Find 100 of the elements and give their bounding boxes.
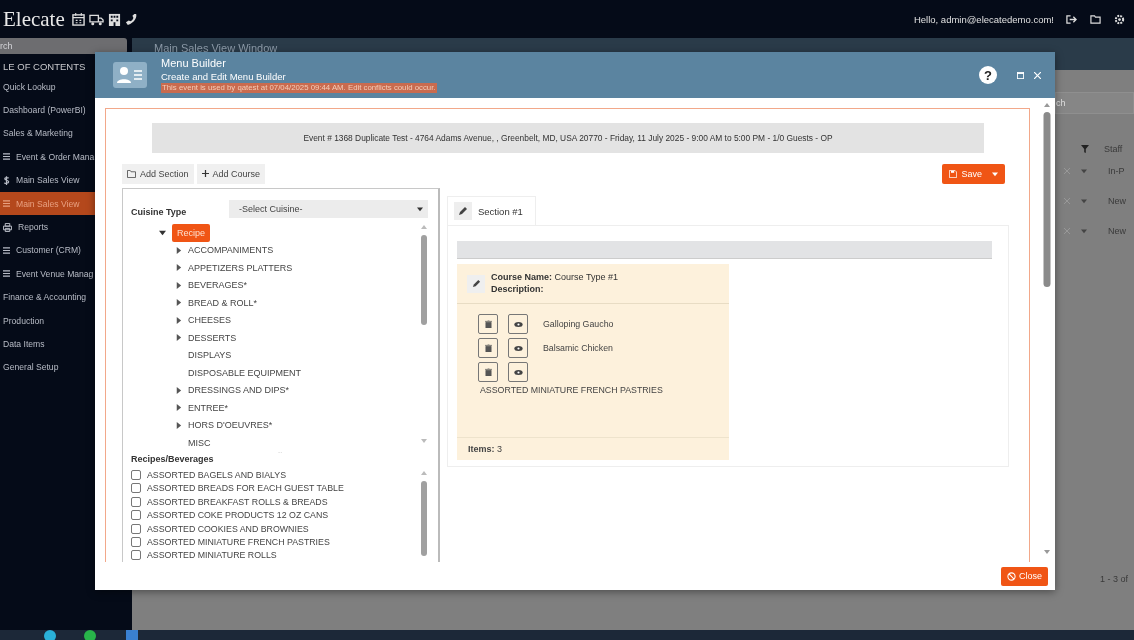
delete-button[interactable] [478,314,498,335]
tree-item[interactable]: APPETIZERS PLATTERS [188,262,293,273]
checkbox[interactable] [131,523,141,534]
checkbox-label[interactable]: ASSORTED MINIATURE FRENCH PASTRIES [147,536,330,547]
calendar-icon[interactable] [71,12,85,26]
caret-down-icon [417,206,423,212]
sidebar-label: Sales & Marketing [3,128,73,139]
caret-down-icon[interactable] [159,229,166,237]
greeting-text: Hello, admin@elecatedemo.com! [913,13,1054,25]
checkbox-label[interactable]: ASSORTED MINIATURE ROLLS [147,550,277,561]
folder-icon[interactable] [1090,13,1101,25]
event-banner: Event # 1368 Duplicate Test - 4764 Adams Avenue, , Greenbelt, MD, USA 20770 - Friday, 11 July 2025 - 9:00 AM to 5:00 PM - 1/0 Guests - OP [152,123,984,153]
sidebar-item[interactable]: Event & Order Mana [0,145,97,169]
sidebar-label: General Setup [3,362,59,373]
caret-right-icon[interactable] [175,281,182,289]
contact-card-icon [113,62,147,88]
checkbox[interactable] [131,469,141,480]
sidebar-item[interactable]: Main Sales View [0,168,82,192]
description-label: Description: [491,283,545,296]
tree-item[interactable]: MISC [188,437,211,448]
sidebar-label: Reports [18,222,49,233]
truck-icon[interactable] [88,12,104,26]
search-field[interactable]: rch [0,38,127,54]
checkbox[interactable] [131,496,141,507]
sidebar-item[interactable]: Customer (CRM) [0,238,83,263]
items-count: Items: 3 [468,444,503,454]
maximize-icon[interactable] [1017,71,1024,79]
add-course-button[interactable]: Add Course [196,163,266,184]
sign-out-icon[interactable] [1066,13,1077,25]
building-icon[interactable] [107,12,121,26]
caret-right-icon[interactable] [175,334,182,342]
caret-right-icon[interactable] [175,404,182,412]
settings-icon[interactable] [1114,13,1125,25]
checkbox-label[interactable]: ASSORTED COOKIES AND BROWNIES [147,523,309,534]
sidebar-label: Finance & Accounting [3,292,87,303]
filter-icon[interactable] [1081,145,1089,153]
tree-item[interactable]: BREAD & ROLL* [188,297,258,308]
section-tab[interactable]: Section #1 [447,196,536,225]
folder-icon [127,169,136,178]
checkbox-label[interactable]: ASSORTED BREADS FOR EACH GUEST TABLE [147,483,344,494]
printer-icon [3,222,12,232]
table-cell: New [1108,196,1126,206]
sidebar-item[interactable]: Data Items [0,332,47,356]
tree-item[interactable]: BEVERAGES* [188,280,248,291]
app-icon[interactable] [44,630,56,640]
tree-item[interactable]: CHEESES [188,315,231,326]
eye-icon [513,369,523,375]
tree-item[interactable]: ENTREE* [188,402,228,413]
checkbox[interactable] [131,536,141,547]
checkbox[interactable] [131,483,141,494]
tree-item[interactable]: DISPLAYS [188,350,232,361]
app-icon[interactable] [84,630,96,640]
sidebar-label: Data Items [3,339,45,349]
checkbox[interactable] [131,550,141,561]
sidebar-label: Event Venue Manag [16,268,94,279]
checkbox-label[interactable]: ASSORTED BAGELS AND BIALYS [147,469,286,480]
ban-icon [1007,571,1016,581]
view-button[interactable] [508,338,528,359]
caret-right-icon[interactable] [175,264,182,272]
sidebar-item[interactable]: Quick Lookup [0,75,58,99]
tree-item[interactable]: DRESSINGS AND DIPS* [188,385,290,396]
checkbox[interactable] [131,510,141,521]
tree-item[interactable]: HORS D'OEUVRES* [188,420,273,431]
table-cell: In-P [1108,166,1125,176]
caret-right-icon[interactable] [175,421,182,429]
caret-right-icon[interactable] [175,299,182,307]
caret-right-icon[interactable] [175,246,182,254]
sidebar-item[interactable]: Production [0,308,47,333]
cuisine-select[interactable]: -Select Cuisine- [229,200,428,218]
sidebar-item[interactable]: Dashboard (PowerBI) [0,98,88,122]
dialog-title: Menu Builder [161,57,227,72]
delete-button[interactable] [478,362,498,383]
delete-button[interactable] [478,338,498,359]
phone-icon[interactable] [124,12,138,26]
sidebar-item[interactable]: Sales & Marketing [0,121,75,146]
view-button[interactable] [508,314,528,335]
eye-icon [513,345,523,351]
sidebar-item[interactable]: Finance & Accounting [0,285,89,309]
menu-icon [3,246,10,254]
sidebar-item[interactable]: Event Venue Manag [0,262,96,286]
plus-icon [201,170,209,177]
tree-item[interactable]: DISPOSABLE EQUIPMENT [188,367,302,378]
pencil-icon[interactable] [454,202,472,220]
menu-icon [3,153,10,161]
caret-right-icon[interactable] [175,386,182,394]
checkbox-label[interactable]: ASSORTED COKE PRODUCTS 12 OZ CANS [147,510,329,521]
caret-right-icon[interactable] [175,316,182,324]
sidebar-item[interactable]: Reports [0,215,51,239]
edit-button[interactable] [467,274,485,293]
tree-item[interactable]: DESSERTS [188,332,237,343]
caret-down-icon [992,170,998,177]
help-button[interactable]: ? [979,66,997,84]
tree-item[interactable]: ACCOMPANIMENTS [188,245,274,256]
view-button[interactable] [508,362,528,383]
course-name-text: Course Name: Course Type #1 [491,272,618,284]
course-item: Galloping Gaucho [543,319,614,330]
checkbox-label[interactable]: ASSORTED BREAKFAST ROLLS & BREADS [147,496,328,507]
sidebar-label: Main Sales View [16,198,80,209]
add-section-button[interactable]: Add Section [122,163,194,184]
sidebar-item[interactable]: General Setup [0,355,61,380]
